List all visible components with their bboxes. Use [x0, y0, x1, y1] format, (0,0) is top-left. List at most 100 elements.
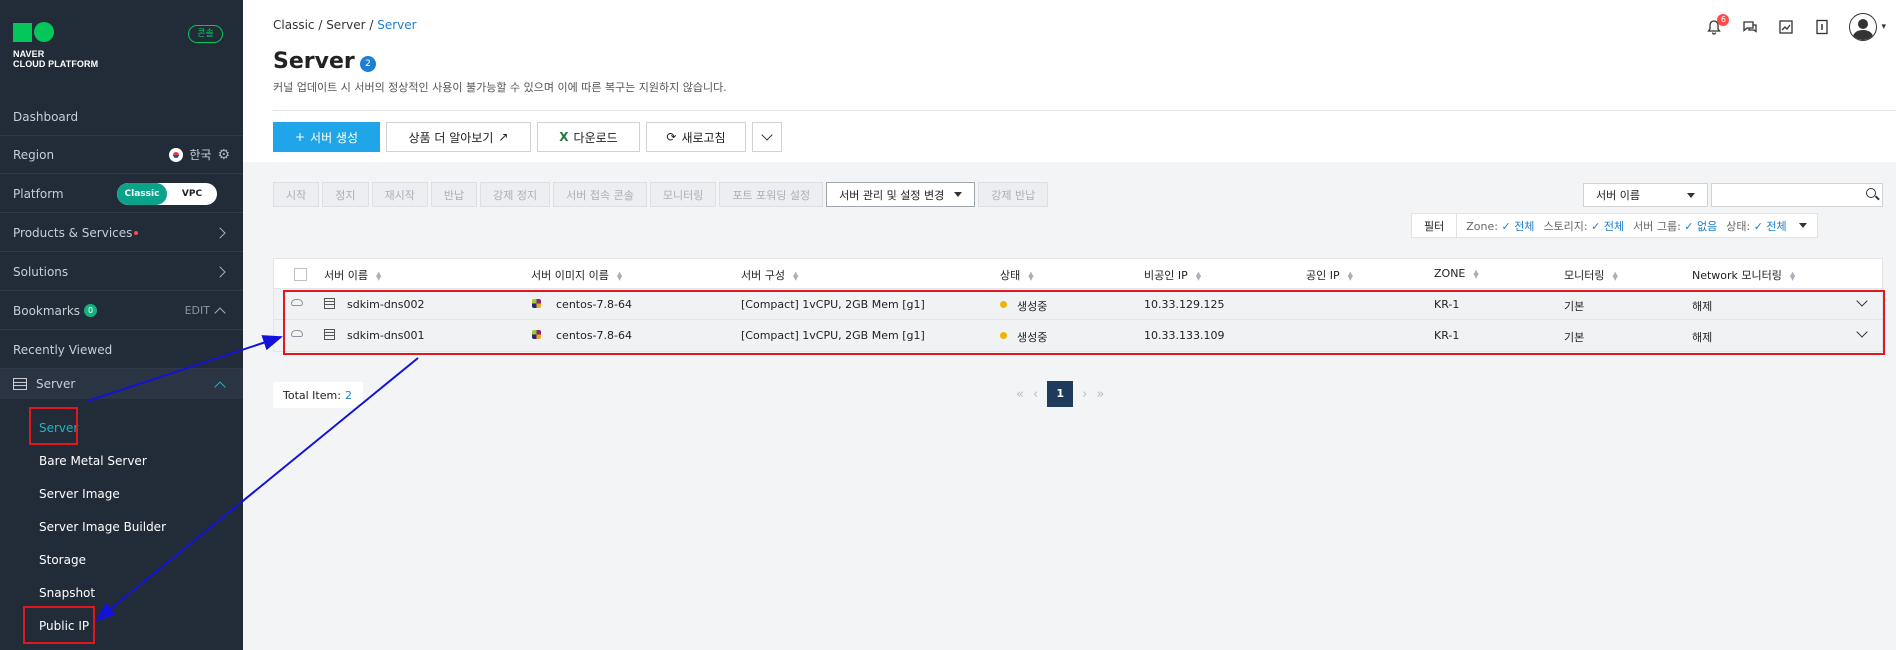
filter-zone[interactable]: Zone: ✓ 전체 — [1457, 218, 1534, 234]
platform-classic[interactable]: Classic — [117, 182, 167, 205]
refresh-icon: ⟳ — [666, 130, 677, 144]
search-field-select[interactable]: 서버 이름 — [1583, 183, 1708, 207]
force-stop-button[interactable]: 강제 정지 — [480, 182, 551, 207]
nav-region-label: Region — [13, 147, 55, 162]
nav-solutions-label: Solutions — [13, 264, 69, 279]
highlight-box-rows — [283, 290, 1885, 355]
nav-bookmarks[interactable]: Bookmarks 0 EDIT — [0, 292, 243, 330]
filter-storage[interactable]: 스토리지: ✓ 전체 — [1534, 218, 1624, 234]
external-link-icon: ↗ — [498, 130, 509, 144]
restart-button[interactable]: 재시작 — [371, 182, 428, 207]
col-private-ip[interactable]: 비공인 IP ▲ ▼ — [1144, 267, 1201, 283]
col-monitoring[interactable]: 모니터링 ▲ ▼ — [1564, 267, 1618, 283]
refresh-button[interactable]: ⟳ 새로고침 — [646, 122, 746, 152]
sort-icon: ▲ ▼ — [1195, 270, 1202, 282]
col-server-name[interactable]: 서버 이름 ▲ ▼ — [324, 267, 381, 283]
sort-icon: ▲ ▼ — [1789, 270, 1796, 282]
sidebar-item-server-image-builder[interactable]: Server Image Builder — [39, 520, 166, 534]
sort-icon: ▲ ▼ — [616, 270, 623, 282]
caret-down-icon — [1687, 192, 1695, 198]
highlight-box-public-ip — [23, 606, 95, 644]
force-return-button[interactable]: 강제 반납 — [978, 182, 1049, 207]
divider — [273, 110, 1896, 111]
monitoring-button[interactable]: 모니터링 — [649, 182, 717, 207]
sidebar-item-storage[interactable]: Storage — [39, 553, 86, 567]
page-title: Server — [273, 49, 355, 74]
col-public-ip[interactable]: 공인 IP ▲ ▼ — [1306, 267, 1353, 283]
chart-report-icon[interactable] — [1777, 18, 1795, 36]
create-server-button[interactable]: + 서버 생성 — [273, 122, 380, 152]
filter-status[interactable]: 상태: ✓ 전체 — [1717, 218, 1786, 234]
sidebar-item-bare-metal-server[interactable]: Bare Metal Server — [39, 454, 147, 468]
sort-icon: ▲ ▼ — [792, 270, 799, 282]
sidebar-item-snapshot[interactable]: Snapshot — [39, 586, 95, 600]
page-button-current[interactable]: 1 — [1047, 381, 1074, 407]
gear-icon[interactable]: ⚙ — [217, 147, 230, 163]
sort-icon: ▲ ▼ — [1028, 270, 1034, 282]
sort-icon: ▲ ▼ — [1473, 268, 1479, 280]
more-dropdown-button[interactable] — [752, 122, 782, 152]
nav-region[interactable]: Region 한국 ⚙ — [0, 136, 243, 174]
platform-vpc[interactable]: VPC — [167, 183, 217, 205]
bookmarks-edit-button[interactable]: EDIT — [185, 304, 210, 317]
pagination: « ‹ 1 › » — [1016, 381, 1104, 407]
page-description: 커널 업데이트 시 서버의 정상적인 사용이 불가능할 수 있으며 이에 따른 … — [273, 81, 727, 94]
breadcrumb-server-parent[interactable]: Server / — [326, 18, 373, 32]
platform-toggle[interactable]: Classic VPC — [117, 182, 217, 205]
port-forwarding-button[interactable]: 포트 포워딩 설정 — [719, 182, 824, 207]
select-all-checkbox[interactable] — [294, 268, 307, 281]
sort-icon: ▲ ▼ — [375, 270, 382, 282]
stop-button[interactable]: 정지 — [322, 182, 369, 207]
prev-page-icon[interactable]: ‹ — [1033, 387, 1038, 402]
logo-mark — [13, 22, 98, 42]
learn-more-button[interactable]: 상품 더 알아보기 ↗ — [386, 122, 531, 152]
col-image-name[interactable]: 서버 이미지 이름 ▲ ▼ — [531, 267, 622, 283]
sidebar-item-server-image[interactable]: Server Image — [39, 487, 120, 501]
bell-icon[interactable]: 6 — [1705, 14, 1730, 36]
col-spec[interactable]: 서버 구성 ▲ ▼ — [741, 267, 798, 283]
col-zone[interactable]: ZONE ▲ ▼ — [1434, 267, 1479, 280]
nav-server-group[interactable]: Server — [0, 369, 243, 399]
table-header: 서버 이름 ▲ ▼ 서버 이미지 이름 ▲ ▼ 서버 구성 ▲ ▼ 상태 ▲ ▼ 비공인 IP ▲… — [274, 259, 1882, 289]
filter-button[interactable]: 필터 — [1412, 214, 1458, 237]
chevron-right-icon — [214, 226, 226, 239]
document-icon[interactable] — [1813, 18, 1831, 36]
console-badge[interactable]: 콘솔 — [188, 25, 223, 43]
start-button[interactable]: 시작 — [273, 182, 320, 207]
chevron-up-icon[interactable] — [214, 307, 226, 319]
nav-products-services[interactable]: Products & Services — [0, 214, 243, 252]
action-bar: + 서버 생성 상품 더 알아보기 ↗ X 다운로드 ⟳ 새로고침 — [273, 122, 782, 152]
next-page-icon[interactable]: › — [1082, 387, 1087, 402]
console-access-button[interactable]: 서버 접속 콘솔 — [553, 182, 647, 207]
nav-platform: Platform Classic VPC — [0, 175, 243, 213]
search-input[interactable] — [1711, 183, 1883, 207]
nav-dashboard[interactable]: Dashboard — [0, 98, 243, 136]
return-button[interactable]: 반납 — [430, 182, 478, 207]
caret-down-icon[interactable] — [1798, 223, 1807, 228]
search-icon[interactable] — [1866, 188, 1876, 198]
server-icon — [13, 378, 27, 390]
col-network-monitoring[interactable]: Network 모니터링 ▲ ▼ — [1692, 267, 1795, 283]
breadcrumb-classic[interactable]: Classic / — [273, 18, 322, 32]
chat-icon[interactable] — [1741, 18, 1759, 36]
top-toolbar: 6 ▾ — [1705, 13, 1886, 41]
first-page-icon[interactable]: « — [1016, 387, 1024, 402]
manage-settings-dropdown[interactable]: 서버 관리 및 설정 변경 — [826, 182, 976, 207]
caret-down-icon — [954, 192, 963, 197]
total-items: Total Item: 2 — [273, 382, 363, 408]
region-value: 한국 — [189, 148, 212, 162]
nav-solutions[interactable]: Solutions — [0, 253, 243, 291]
filter-server-group[interactable]: 서버 그룹: ✓ 없음 — [1624, 218, 1717, 234]
chevron-up-icon[interactable] — [214, 380, 226, 393]
server-toolbar: 시작 정지 재시작 반납 강제 정지 서버 접속 콘솔 모니터링 포트 포워딩 … — [273, 182, 1049, 207]
user-avatar-icon[interactable] — [1849, 13, 1878, 41]
download-button[interactable]: X 다운로드 — [537, 122, 640, 152]
col-status[interactable]: 상태 ▲ ▼ — [1000, 267, 1034, 283]
last-page-icon[interactable]: » — [1096, 387, 1104, 402]
nav-recently-viewed-label: Recently Viewed — [13, 342, 113, 357]
chevron-down-icon[interactable]: ▾ — [1881, 22, 1886, 32]
naver-cloud-logo[interactable]: NAVER CLOUD PLATFORM — [13, 22, 98, 69]
nav-recently-viewed[interactable]: Recently Viewed — [0, 331, 243, 369]
notification-count-badge: 6 — [1717, 14, 1730, 26]
breadcrumb: Classic / Server / Server — [273, 18, 417, 32]
